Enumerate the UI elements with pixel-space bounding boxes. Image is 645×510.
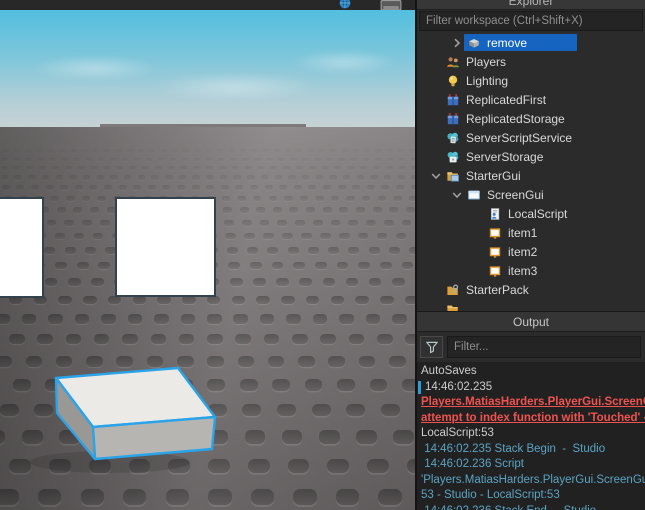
tree-item-serverstorage[interactable]: ServerStorage xyxy=(417,147,645,166)
log-line[interactable]: AutoSaves xyxy=(417,364,645,380)
server-script-service-icon xyxy=(446,131,461,145)
explorer-panel: Explorer remove Players Lighting Replicated… xyxy=(415,0,645,510)
output-panel-header: Output xyxy=(417,311,645,332)
explorer-tab[interactable]: Explorer xyxy=(417,0,645,10)
lighting-icon xyxy=(446,74,461,88)
log-line[interactable]: 14:46:02.235 xyxy=(417,380,645,396)
output-filter-input[interactable] xyxy=(447,336,641,358)
tree-item-label: Players xyxy=(466,54,507,69)
log-line[interactable]: 'Players.MatiasHarders.PlayerGui.ScreenG… xyxy=(417,473,645,489)
tree-item-label: ServerStorage xyxy=(466,149,544,164)
starter-pack-icon xyxy=(446,283,461,297)
tree-item-label: item2 xyxy=(508,244,538,259)
tree-item-label: item3 xyxy=(508,263,538,278)
selected-part[interactable] xyxy=(0,0,415,510)
tree-item-players[interactable]: Players xyxy=(417,52,645,71)
output-toolbar xyxy=(417,333,645,362)
folder-icon xyxy=(446,302,461,311)
log-line[interactable]: attempt to index function with 'Touched'… xyxy=(417,411,645,427)
explorer-tab-title: Explorer xyxy=(508,0,554,8)
starter-gui-icon xyxy=(446,169,461,183)
chevron-expanded-icon[interactable] xyxy=(429,169,443,183)
explorer-filter-input[interactable] xyxy=(419,11,643,31)
text-label-icon xyxy=(488,245,503,259)
text-label-icon xyxy=(488,264,503,278)
log-line[interactable]: 14:46:02.235 Stack Begin - Studio xyxy=(417,442,645,458)
tree-item-label: ReplicatedFirst xyxy=(466,92,547,107)
explorer-tree: remove Players Lighting ReplicatedFirst Repl… xyxy=(417,33,645,311)
tree-item-item1[interactable]: item1 xyxy=(417,223,645,242)
log-line[interactable]: 53 - Studio - LocalScript:53 xyxy=(417,488,645,504)
tree-item-label: remove xyxy=(487,35,528,50)
tree-item-remove[interactable]: remove xyxy=(417,33,645,52)
text-label-icon xyxy=(488,226,503,240)
log-line[interactable]: Players.MatiasHarders.PlayerGui.ScreenGu… xyxy=(417,395,645,411)
funnel-icon xyxy=(421,340,442,354)
output-title: Output xyxy=(512,315,550,329)
log-line[interactable]: 14:46:02.236 Stack End - Studio xyxy=(417,504,645,510)
players-icon xyxy=(446,55,461,69)
tree-item-label: ScreenGui xyxy=(487,187,544,202)
chevron-expanded-icon[interactable] xyxy=(450,188,464,202)
tree-item-label: item1 xyxy=(508,225,538,240)
screen-gui-icon xyxy=(467,188,482,202)
tree-item-lighting[interactable]: Lighting xyxy=(417,71,645,90)
tree-item-item3[interactable]: item3 xyxy=(417,261,645,280)
local-script-icon xyxy=(488,207,503,221)
tree-item-replicatedfirst[interactable]: ReplicatedFirst xyxy=(417,90,645,109)
tree-item-partial[interactable] xyxy=(417,299,645,311)
log-line[interactable]: LocalScript:53 xyxy=(417,426,645,442)
tree-item-replicatedstorage[interactable]: ReplicatedStorage xyxy=(417,109,645,128)
viewport-topbar xyxy=(0,0,415,10)
3d-viewport[interactable] xyxy=(0,0,415,510)
part-icon xyxy=(467,36,482,50)
tree-item-label: StarterPack xyxy=(466,282,529,297)
network-status-icon xyxy=(338,0,352,10)
tree-item-serverscriptservice[interactable]: ServerScriptService xyxy=(417,128,645,147)
output-log: AutoSaves 14:46:02.235 Players.MatiasHarde… xyxy=(417,362,645,510)
log-line[interactable]: 14:46:02.236 Script xyxy=(417,457,645,473)
output-filter-button[interactable] xyxy=(420,336,443,358)
server-storage-icon xyxy=(446,150,461,164)
tree-item-startergui[interactable]: StarterGui xyxy=(417,166,645,185)
tree-item-label: Lighting xyxy=(466,73,509,88)
tree-item-label: ServerScriptService xyxy=(466,130,573,145)
replicated-storage-icon xyxy=(446,112,461,126)
roblox-studio-window: Explorer remove Players Lighting Replicated… xyxy=(0,0,645,510)
tree-item-screengui[interactable]: ScreenGui xyxy=(417,185,645,204)
monitor-icon xyxy=(380,0,402,10)
replicated-first-icon xyxy=(446,93,461,107)
tree-item-label: StarterGui xyxy=(466,168,521,183)
chevron-collapsed-icon[interactable] xyxy=(450,36,464,50)
tree-item-localscript[interactable]: LocalScript xyxy=(417,204,645,223)
tree-item-label: ReplicatedStorage xyxy=(466,111,565,126)
tree-item-starterpack[interactable]: StarterPack xyxy=(417,280,645,299)
tree-item-item2[interactable]: item2 xyxy=(417,242,645,261)
tree-item-label: LocalScript xyxy=(508,206,568,221)
